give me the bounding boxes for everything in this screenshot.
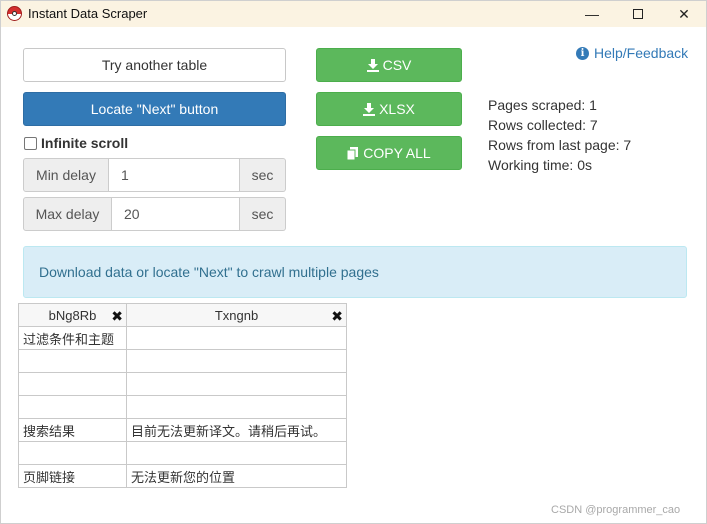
min-delay-group: Min delay 1 sec — [23, 158, 286, 192]
min-delay-unit: sec — [240, 158, 286, 192]
table-cell — [126, 372, 347, 396]
locate-next-button[interactable]: Locate "Next" button — [23, 92, 286, 126]
infinite-scroll-toggle[interactable]: Infinite scroll — [24, 135, 128, 151]
table-cell — [126, 349, 347, 373]
table-cell — [126, 441, 347, 465]
help-feedback-label: Help/Feedback — [594, 45, 689, 61]
close-button[interactable]: ✕ — [661, 1, 707, 27]
help-feedback-link[interactable]: i Help/Feedback — [576, 45, 688, 61]
minimize-button[interactable]: — — [569, 1, 615, 27]
max-delay-label: Max delay — [23, 197, 112, 231]
table-row: 搜索结果 目前无法更新译文。请稍后再试。 — [18, 418, 347, 442]
maximize-icon — [633, 9, 643, 19]
close-icon: ✕ — [678, 5, 690, 22]
maximize-button[interactable] — [615, 1, 661, 27]
table-cell — [18, 372, 127, 396]
column-header: Txngnb ✖ — [126, 303, 347, 327]
table-row — [18, 372, 347, 396]
table-row: 页脚链接 无法更新您的位置 — [18, 464, 347, 488]
max-delay-group: Max delay 20 sec — [23, 197, 286, 231]
table-cell: 目前无法更新译文。请稍后再试。 — [126, 418, 347, 442]
table-cell — [18, 441, 127, 465]
copy-all-label: COPY ALL — [363, 145, 431, 161]
info-alert: Download data or locate "Next" to crawl … — [23, 246, 687, 298]
infinite-scroll-checkbox[interactable] — [24, 136, 37, 150]
table-row — [18, 441, 347, 465]
download-icon — [366, 58, 379, 72]
minimize-icon: — — [585, 6, 599, 22]
rows-collected: Rows collected: 7 — [488, 117, 598, 133]
table-row: 过滤条件和主题 — [18, 326, 347, 350]
infinite-scroll-label: Infinite scroll — [41, 135, 129, 151]
try-another-table-button[interactable]: Try another table — [23, 48, 286, 82]
min-delay-input[interactable]: 1 — [109, 158, 240, 192]
download-icon — [363, 102, 376, 116]
column-header-label: bNg8Rb — [48, 307, 97, 323]
watermark: CSDN @programmer_cao — [551, 504, 681, 516]
table-cell — [18, 349, 127, 373]
xlsx-label: XLSX — [379, 101, 415, 117]
table-cell: 搜索结果 — [18, 418, 127, 442]
min-delay-label: Min delay — [23, 158, 109, 192]
column-header: bNg8Rb ✖ — [18, 303, 127, 327]
copy-icon — [347, 146, 359, 160]
window-title: Instant Data Scraper — [28, 6, 148, 21]
remove-column-icon[interactable]: ✖ — [111, 308, 123, 325]
table-cell — [18, 395, 127, 419]
table-row — [18, 349, 347, 373]
csv-button[interactable]: CSV — [316, 48, 462, 82]
app-logo-icon — [7, 6, 22, 21]
data-table: bNg8Rb ✖ Txngnb ✖ 过滤条件和主题 搜索结果 目前无法更新译文。请… — [18, 303, 347, 488]
table-cell: 页脚链接 — [18, 464, 127, 488]
rows-from-last-page: Rows from last page: 7 — [488, 137, 632, 153]
info-alert-message: Download data or locate "Next" to crawl … — [39, 264, 379, 280]
copy-all-button[interactable]: COPY ALL — [316, 136, 462, 170]
table-header-row: bNg8Rb ✖ Txngnb ✖ — [18, 303, 347, 327]
title-bar: Instant Data Scraper — ✕ — [1, 1, 706, 27]
table-cell — [126, 395, 347, 419]
table-cell — [126, 326, 347, 350]
table-row — [18, 395, 347, 419]
xlsx-button[interactable]: XLSX — [316, 92, 462, 126]
column-header-label: Txngnb — [214, 307, 259, 323]
table-cell: 过滤条件和主题 — [18, 326, 127, 350]
locate-next-label: Locate "Next" button — [90, 101, 219, 117]
app-window: Instant Data Scraper — ✕ Try another tab… — [0, 0, 707, 524]
csv-label: CSV — [382, 57, 412, 73]
table-cell: 无法更新您的位置 — [126, 464, 347, 488]
max-delay-unit: sec — [240, 197, 286, 231]
try-another-table-label: Try another table — [101, 57, 208, 73]
info-circle-icon: i — [576, 46, 589, 60]
pages-scraped: Pages scraped: 1 — [488, 97, 597, 113]
remove-column-icon[interactable]: ✖ — [331, 308, 343, 325]
max-delay-input[interactable]: 20 — [112, 197, 240, 231]
working-time: Working time: 0s — [488, 157, 592, 173]
scrape-stats: Pages scraped: 1 Rows collected: 7 Rows … — [488, 95, 631, 175]
